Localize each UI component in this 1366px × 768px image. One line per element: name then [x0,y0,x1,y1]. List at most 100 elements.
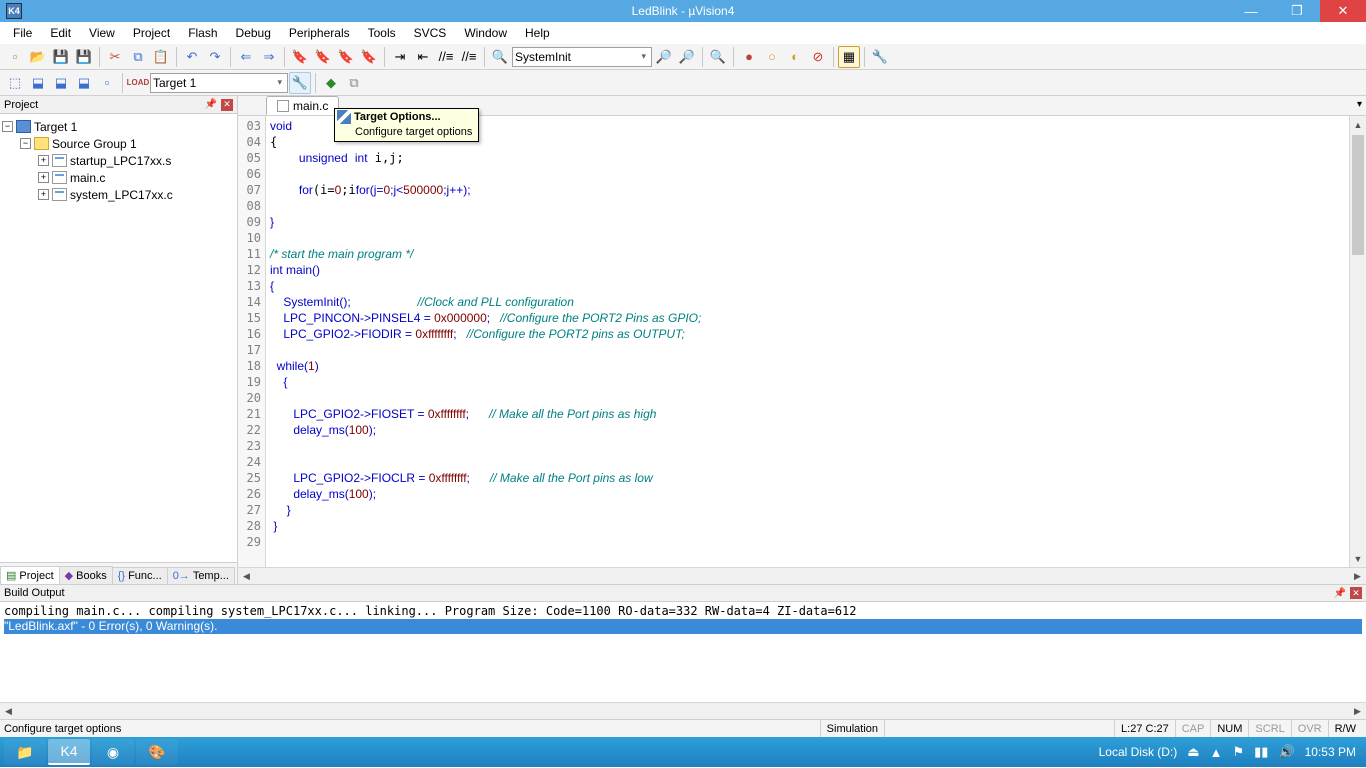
breakpoint-insert-icon[interactable]: ● [738,46,760,68]
menu-peripherals[interactable]: Peripherals [280,24,359,42]
translate-icon[interactable]: ⬚ [4,72,26,94]
pin-icon[interactable]: 📌 [1332,588,1348,599]
menu-help[interactable]: Help [516,24,559,42]
paste-icon[interactable]: 📋 [150,46,172,68]
save-all-icon[interactable]: 💾 [73,46,95,68]
indent-icon[interactable]: ⇥ [389,46,411,68]
menu-flash[interactable]: Flash [179,24,226,42]
status-rw: R/W [1328,720,1362,737]
output-hscroll[interactable]: ◀ ▶ [0,702,1366,719]
network-icon[interactable]: ▮▮ [1254,744,1268,760]
nav-back-icon[interactable]: ⇐ [235,46,257,68]
taskbar-paint-icon[interactable]: 🎨 [136,739,178,765]
tree-target[interactable]: Target 1 [34,120,77,134]
configure-icon[interactable]: 🔧 [869,46,891,68]
tab-templates[interactable]: 0→Temp... [167,567,235,584]
panel-close-icon[interactable]: ✕ [221,99,233,111]
tree-group[interactable]: Source Group 1 [52,137,137,151]
scroll-up-icon[interactable]: ▲ [1350,116,1366,133]
manage-components-icon[interactable]: ◆ [320,72,342,94]
outdent-icon[interactable]: ⇤ [412,46,434,68]
tray-disk-label[interactable]: Local Disk (D:) [1099,745,1178,759]
bookmark-prev-icon[interactable]: 🔖 [312,46,334,68]
tab-functions[interactable]: {}Func... [112,567,168,584]
download-icon[interactable]: LOAD [127,72,149,94]
new-icon[interactable]: ▫ [4,46,26,68]
undo-icon[interactable]: ↶ [181,46,203,68]
bookmark-clear-icon[interactable]: 🔖 [358,46,380,68]
nav-fwd-icon[interactable]: ⇒ [258,46,280,68]
redo-icon[interactable]: ↷ [204,46,226,68]
expand-icon[interactable]: + [38,172,49,183]
scroll-down-icon[interactable]: ▼ [1350,550,1366,567]
editor-tab-main-c[interactable]: main.c [266,96,339,115]
safely-remove-icon[interactable]: ⏏ [1187,744,1199,760]
volume-icon[interactable]: 🔊 [1278,744,1294,760]
comment-icon[interactable]: //≡ [435,46,457,68]
breakpoint-disable-icon[interactable]: ◐ [784,46,806,68]
menu-edit[interactable]: Edit [41,24,80,42]
build-output[interactable]: compiling main.c... compiling system_LPC… [0,602,1366,702]
status-cap: CAP [1175,720,1211,737]
project-tree[interactable]: −Target 1 −Source Group 1 +startup_LPC17… [0,114,237,562]
expand-icon[interactable]: − [20,138,31,149]
cut-icon[interactable]: ✂ [104,46,126,68]
stop-build-icon[interactable]: ▫ [96,72,118,94]
scroll-right-icon[interactable]: ▶ [1349,568,1366,584]
code-editor[interactable]: void nt ms) { unsigned int i,j; for(i=0;… [266,116,1349,567]
taskbar-chrome-icon[interactable]: ◉ [92,739,134,765]
breakpoint-kill-icon[interactable]: ⊘ [807,46,829,68]
scroll-left-icon[interactable]: ◀ [0,703,17,719]
expand-icon[interactable]: + [38,189,49,200]
rebuild-icon[interactable]: ⬓ [50,72,72,94]
expand-icon[interactable]: − [2,121,13,132]
batch-build-icon[interactable]: ⬓ [73,72,95,94]
scroll-left-icon[interactable]: ◀ [238,568,255,584]
tree-file[interactable]: main.c [70,171,105,185]
copy-icon[interactable]: ⧉ [127,46,149,68]
tab-project[interactable]: ▤Project [0,566,60,584]
taskbar: 📁 K4 ◉ 🎨 Local Disk (D:) ⏏ ▲ ⚑ ▮▮ 🔊 10:5… [0,737,1366,767]
manage-books-icon[interactable]: ⧉ [343,72,365,94]
incremental-find-icon[interactable]: 🔎 [676,46,698,68]
panel-close-icon[interactable]: ✕ [1350,587,1362,599]
open-icon[interactable]: 📂 [27,46,49,68]
tray-clock[interactable]: 10:53 PM [1305,745,1356,759]
tab-dropdown-icon[interactable]: ▾ [1357,99,1362,110]
editor-hscroll[interactable]: ◀ ▶ [238,567,1366,584]
find-icon[interactable]: 🔎 [653,46,675,68]
pin-icon[interactable]: 📌 [203,99,219,110]
menu-svcs[interactable]: SVCS [405,24,456,42]
tree-file[interactable]: system_LPC17xx.c [70,188,173,202]
taskbar-explorer-icon[interactable]: 📁 [4,739,46,765]
tab-books[interactable]: ◆Books [59,566,113,584]
tray-up-icon[interactable]: ▲ [1210,745,1223,760]
uncomment-icon[interactable]: //≡ [458,46,480,68]
bookmark-next-icon[interactable]: 🔖 [335,46,357,68]
window-layout-icon[interactable]: ▦ [838,46,860,68]
build-icon[interactable]: ⬓ [27,72,49,94]
menu-window[interactable]: Window [455,24,516,42]
target-folder-icon [16,120,31,133]
menu-tools[interactable]: Tools [359,24,405,42]
editor-vscroll[interactable]: ▲ ▼ [1349,116,1366,567]
menu-debug[interactable]: Debug [227,24,280,42]
expand-icon[interactable]: + [38,155,49,166]
taskbar-uvision-icon[interactable]: K4 [48,739,90,765]
breakpoint-enable-icon[interactable]: ○ [761,46,783,68]
menu-project[interactable]: Project [124,24,179,42]
menu-view[interactable]: View [80,24,124,42]
target-options-icon[interactable]: 🔧 [289,72,311,94]
save-icon[interactable]: 💾 [50,46,72,68]
find-combo[interactable]: SystemInit▾ [512,47,652,67]
scroll-thumb[interactable] [1352,135,1364,255]
target-combo[interactable]: Target 1▾ [150,73,288,93]
bookmark-icon[interactable]: 🔖 [289,46,311,68]
scroll-right-icon[interactable]: ▶ [1349,703,1366,719]
flag-icon[interactable]: ⚑ [1232,744,1244,760]
tree-file[interactable]: startup_LPC17xx.s [70,154,171,168]
menu-file[interactable]: File [4,24,41,42]
debug-icon[interactable]: 🔍 [707,46,729,68]
status-ovr: OVR [1291,720,1328,737]
find-in-files-icon[interactable]: 🔍 [489,46,511,68]
